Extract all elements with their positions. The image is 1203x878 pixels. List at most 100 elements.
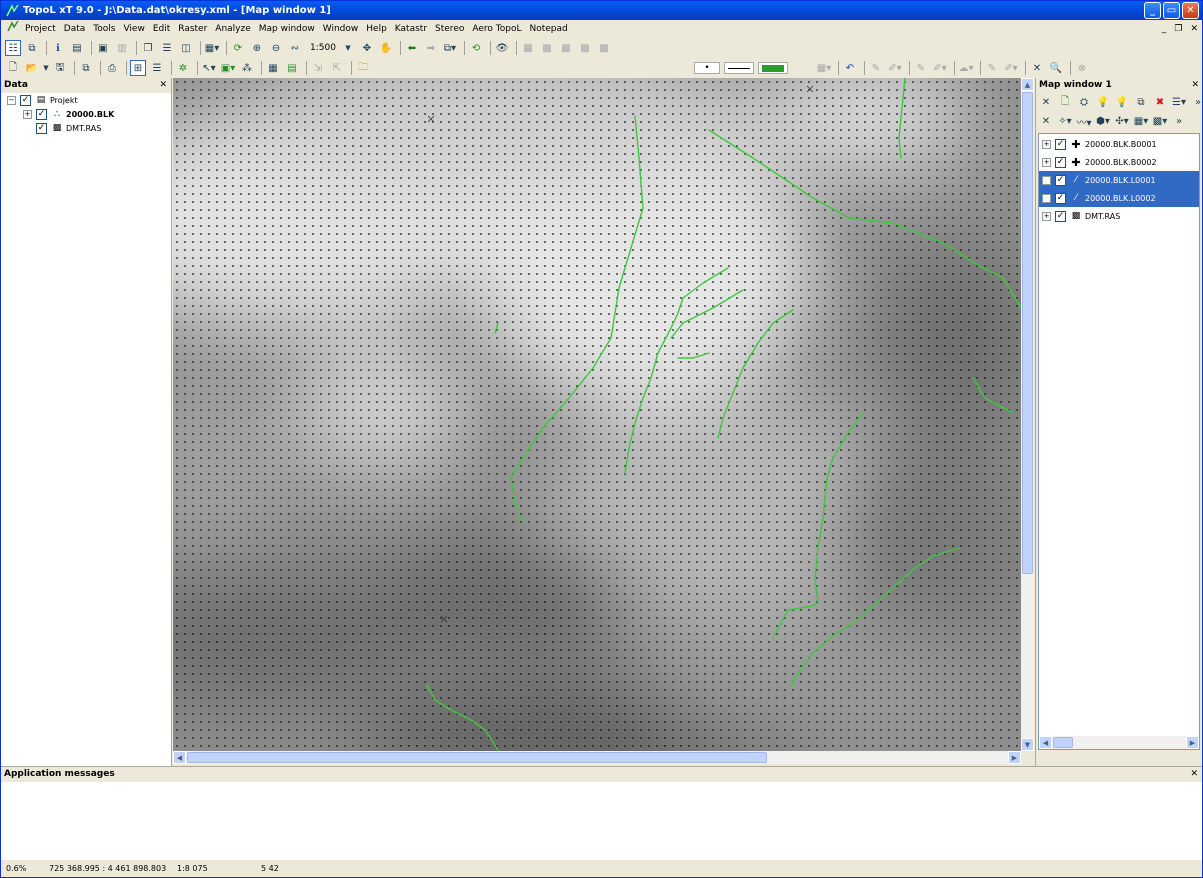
- scroll-right-icon[interactable]: ▶: [1186, 736, 1199, 749]
- menu-window[interactable]: Window: [319, 21, 363, 38]
- scale-icon[interactable]: ∾: [287, 40, 303, 56]
- scroll-down-icon[interactable]: ▼: [1021, 738, 1034, 751]
- expand-icon[interactable]: +: [1042, 157, 1051, 167]
- refresh-icon[interactable]: ⟳: [230, 40, 246, 56]
- expand-icon[interactable]: +: [1042, 193, 1051, 203]
- list-view-icon[interactable]: ☰: [149, 60, 165, 76]
- checkbox[interactable]: ✓: [1055, 174, 1066, 186]
- point-tool-icon[interactable]: ✧▾: [1057, 113, 1073, 129]
- more-icon[interactable]: »: [1171, 113, 1187, 129]
- vertical-scroll-thumb[interactable]: [1022, 92, 1033, 574]
- scroll-left-icon[interactable]: ◀: [1039, 736, 1052, 749]
- layer-list-hscroll[interactable]: ◀ ▶: [1039, 736, 1199, 749]
- grid-icon[interactable]: ▦: [265, 60, 281, 76]
- map-view[interactable]: [173, 78, 1021, 751]
- tree-item-dmt-ras[interactable]: ✓ ▩ DMT.RAS: [7, 121, 114, 135]
- scroll-right-icon[interactable]: ▶: [1008, 751, 1021, 764]
- edit-tool-icon[interactable]: ▦▾: [816, 60, 832, 76]
- tool-disabled-icon[interactable]: ▩: [596, 40, 612, 56]
- checkbox[interactable]: ✓: [1055, 192, 1066, 204]
- menu-katastr[interactable]: Katastr: [391, 21, 431, 38]
- tree-view-icon[interactable]: ⊞: [130, 60, 146, 76]
- tree-item-projekt[interactable]: − ✓ ▤ Projekt: [7, 93, 114, 107]
- scroll-up-icon[interactable]: ▲: [1021, 78, 1034, 91]
- point-style-swatch[interactable]: •: [694, 62, 720, 74]
- close-icon[interactable]: ✕: [159, 78, 167, 93]
- map-canvas[interactable]: [173, 78, 1021, 751]
- area-tool-icon[interactable]: ☁▾: [958, 60, 974, 76]
- menu-view[interactable]: View: [119, 21, 148, 38]
- tile-horizontal-icon[interactable]: ☰: [159, 40, 175, 56]
- move-vertex-icon[interactable]: ✐▾: [932, 60, 948, 76]
- menu-analyze[interactable]: Analyze: [211, 21, 254, 38]
- fill-color-swatch[interactable]: [758, 62, 788, 74]
- cancel-icon[interactable]: ⊗: [1074, 60, 1090, 76]
- properties-icon[interactable]: ▤: [69, 40, 85, 56]
- checkbox[interactable]: ✓: [36, 122, 47, 134]
- layers-toggle-icon[interactable]: ☷: [5, 40, 21, 56]
- vertex-icon[interactable]: ⁂: [239, 60, 255, 76]
- line-style-swatch[interactable]: [724, 62, 754, 74]
- back-arrow-icon[interactable]: ⬅: [404, 40, 420, 56]
- tree-item-20000-blk[interactable]: + ✓ ⛬ 20000.BLK: [7, 107, 114, 121]
- delete-icon[interactable]: ✖: [1152, 94, 1168, 110]
- layer-row-b0001[interactable]: + ✓ ✚ 20000.BLK.B0001: [1039, 135, 1199, 153]
- import-icon[interactable]: ⇱: [329, 60, 345, 76]
- expand-icon[interactable]: +: [23, 109, 32, 119]
- menu-help[interactable]: Help: [362, 21, 391, 38]
- copy-icon[interactable]: ⧉: [78, 60, 94, 76]
- edit-vertex-icon[interactable]: ✎: [913, 60, 929, 76]
- expand-icon[interactable]: +: [1042, 211, 1051, 221]
- close-button[interactable]: ✕: [1182, 2, 1199, 19]
- views-icon[interactable]: ⧉▾: [442, 40, 458, 56]
- layer-props-icon[interactable]: ▤: [284, 60, 300, 76]
- save-icon[interactable]: 🖫: [52, 60, 68, 76]
- menu-project[interactable]: Project: [21, 21, 60, 38]
- draw-line-icon[interactable]: ✎: [868, 60, 884, 76]
- menu-tools[interactable]: Tools: [89, 21, 119, 38]
- checkbox[interactable]: ✓: [36, 108, 47, 120]
- checkbox[interactable]: ✓: [20, 94, 31, 106]
- expand-icon[interactable]: +: [1042, 139, 1051, 149]
- map-vertical-scrollbar[interactable]: ▲ ▼: [1021, 78, 1034, 751]
- remove-layer-icon[interactable]: ✕: [1038, 94, 1054, 110]
- bulb-icon[interactable]: 💡: [1095, 94, 1111, 110]
- layer-row-l0002[interactable]: + ✓ ⁄ 20000.BLK.L0002: [1039, 189, 1199, 207]
- layer-row-dmt-ras[interactable]: + ✓ ▩ DMT.RAS: [1039, 207, 1199, 225]
- cascade-icon[interactable]: ❐: [140, 40, 156, 56]
- bulb-blue-icon[interactable]: 💡: [1114, 94, 1130, 110]
- tool-disabled-icon[interactable]: ▩: [539, 40, 555, 56]
- crosshair-icon[interactable]: ✕: [1029, 60, 1045, 76]
- forward-arrow-icon[interactable]: ➡: [423, 40, 439, 56]
- printer-icon[interactable]: ⎙: [104, 60, 120, 76]
- scroll-thumb[interactable]: [1053, 737, 1073, 748]
- add-layer-icon[interactable]: 🗋: [1057, 94, 1073, 110]
- export-icon[interactable]: ⇲: [310, 60, 326, 76]
- menu-map-window[interactable]: Map window: [255, 21, 319, 38]
- style-tool-icon[interactable]: ▩▾: [1152, 113, 1168, 129]
- layer-row-l0001[interactable]: + ✓ ⁄ 20000.BLK.L0001: [1039, 171, 1199, 189]
- mdi-restore-icon[interactable]: ❐: [1174, 21, 1182, 38]
- mdi-minimize-icon[interactable]: _: [1162, 21, 1167, 38]
- scale-select[interactable]: 1:500: [310, 43, 336, 53]
- pan-hand-icon[interactable]: ✋: [378, 40, 394, 56]
- expand-icon[interactable]: +: [1042, 175, 1051, 185]
- layer-settings-icon[interactable]: ⛭: [1076, 94, 1092, 110]
- tool-disabled-icon[interactable]: ▩: [520, 40, 536, 56]
- close-icon[interactable]: ✕: [1191, 78, 1199, 93]
- menu-raster[interactable]: Raster: [174, 21, 211, 38]
- zoom-out-icon[interactable]: ⊖: [268, 40, 284, 56]
- collapse-icon[interactable]: −: [7, 95, 16, 105]
- edit-layer-icon[interactable]: ▣▾: [220, 60, 236, 76]
- measure-area-icon[interactable]: ✐▾: [1003, 60, 1019, 76]
- info-icon[interactable]: ℹ: [50, 40, 66, 56]
- chevron-down-icon[interactable]: ▼: [340, 40, 356, 56]
- minimize-button[interactable]: _: [1144, 2, 1161, 19]
- center-icon[interactable]: ✥: [359, 40, 375, 56]
- redraw-icon[interactable]: ⟲: [468, 40, 484, 56]
- checkbox[interactable]: ✓: [1055, 138, 1066, 150]
- scroll-left-icon[interactable]: ◀: [173, 751, 186, 764]
- draw-polyline-icon[interactable]: ✐▾: [887, 60, 903, 76]
- undo-icon[interactable]: ↶: [842, 60, 858, 76]
- horizontal-scroll-thumb[interactable]: [187, 752, 767, 763]
